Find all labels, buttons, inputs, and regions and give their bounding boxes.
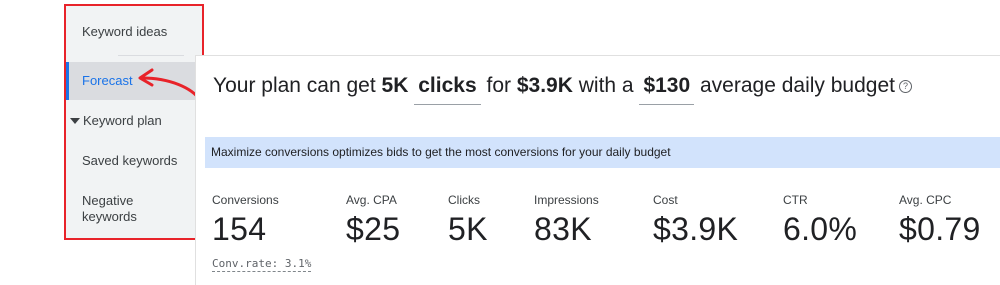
metric-selector[interactable]: clicks	[414, 74, 481, 105]
metric-value: $3.9K	[653, 211, 739, 247]
sidebar-item-forecast[interactable]: Forecast	[82, 73, 133, 89]
caret-down-icon	[70, 118, 80, 124]
metric-conversions[interactable]: Conversions 154	[212, 193, 279, 248]
conversion-rate[interactable]: Conv.rate: 3.1%	[212, 257, 312, 272]
headline-cost: $3.9K	[516, 74, 573, 97]
sidebar-divider	[118, 55, 184, 56]
sidebar-item-label: keywords	[82, 209, 137, 224]
metric-label: CTR	[783, 193, 808, 207]
headline-clicks-value: 5K	[381, 74, 409, 97]
sidebar-item-keyword-plan[interactable]: Keyword plan	[70, 113, 162, 129]
metric-cost[interactable]: Cost $3.9K	[653, 193, 738, 248]
forecast-panel: Your plan can get 5K clicks for $3.9K wi…	[195, 55, 1000, 285]
metric-avg-cpa[interactable]: Avg. CPA $25	[346, 193, 400, 248]
metric-clicks[interactable]: Clicks 5K	[448, 193, 488, 248]
metric-value: 5K	[448, 211, 488, 247]
metric-label: Conversions	[212, 193, 279, 207]
bid-strategy-banner: Maximize conversions optimizes bids to g…	[205, 137, 1000, 168]
sidebar-nav: Keyword ideas Forecast Keyword plan Save…	[64, 4, 204, 240]
metric-value: $0.79	[899, 211, 981, 247]
active-indicator	[66, 62, 69, 100]
metric-label: Cost	[653, 193, 678, 207]
headline-text: for	[486, 74, 511, 97]
help-circle-icon[interactable]: ?	[898, 80, 912, 93]
sidebar-item-keyword-ideas[interactable]: Keyword ideas	[82, 24, 167, 40]
headline-text: with a	[578, 74, 634, 97]
metric-value: 154	[212, 211, 267, 247]
metric-value: 83K	[534, 211, 592, 247]
headline-text: average daily budget	[700, 74, 895, 97]
metric-value: $25	[346, 211, 401, 247]
daily-budget-field[interactable]: $130	[639, 74, 695, 105]
metric-ctr[interactable]: CTR 6.0%	[783, 193, 857, 248]
metric-label: Impressions	[534, 193, 599, 207]
sidebar-item-label: Keyword plan	[83, 113, 162, 128]
headline-text: Your plan can get	[213, 74, 376, 97]
sidebar-item-saved-keywords[interactable]: Saved keywords	[82, 153, 177, 169]
metric-label: Avg. CPC	[899, 193, 952, 207]
metric-value: 6.0%	[783, 211, 858, 247]
plan-summary-headline: Your plan can get 5K clicks for $3.9K wi…	[213, 74, 912, 105]
metric-label: Avg. CPA	[346, 193, 397, 207]
metric-impressions[interactable]: Impressions 83K	[534, 193, 599, 248]
metric-avg-cpc[interactable]: Avg. CPC $0.79	[899, 193, 981, 248]
sidebar-item-negative-keywords[interactable]: Negative keywords	[82, 193, 192, 225]
sidebar-item-label: Negative	[82, 193, 134, 208]
metric-label: Clicks	[448, 193, 480, 207]
